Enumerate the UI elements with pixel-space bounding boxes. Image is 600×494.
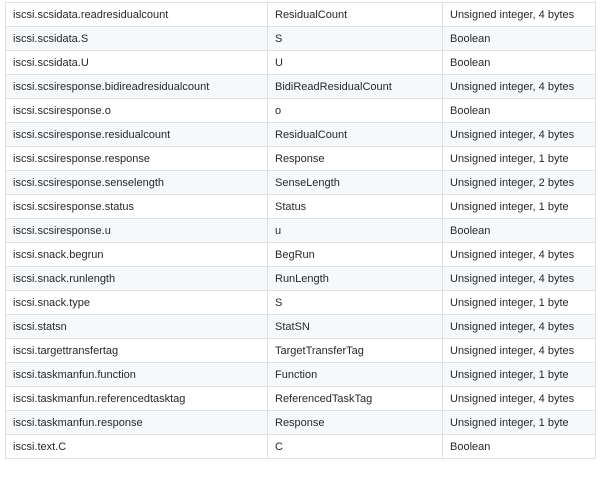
table-row: iscsi.scsidata.S S Boolean xyxy=(5,26,596,51)
table-row: iscsi.scsiresponse.u u Boolean xyxy=(5,218,596,243)
type-cell: Unsigned integer, 4 bytes xyxy=(442,314,596,339)
type-cell: Unsigned integer, 4 bytes xyxy=(442,74,596,99)
table-body: iscsi.scsidata.readresidualcount Residua… xyxy=(5,2,596,459)
type-cell: Unsigned integer, 4 bytes xyxy=(442,386,596,411)
field-name-cell: iscsi.snack.runlength xyxy=(5,266,268,291)
field-name-cell: iscsi.scsiresponse.residualcount xyxy=(5,122,268,147)
table-row: iscsi.scsiresponse.bidireadresidualcount… xyxy=(5,74,596,99)
table-row: iscsi.taskmanfun.function Function Unsig… xyxy=(5,362,596,387)
field-name-cell: iscsi.taskmanfun.referencedtasktag xyxy=(5,386,268,411)
field-name-cell: iscsi.scsiresponse.o xyxy=(5,98,268,123)
field-name-cell: iscsi.text.C xyxy=(5,434,268,459)
table-row: iscsi.taskmanfun.response Response Unsig… xyxy=(5,410,596,435)
field-name-cell: iscsi.scsidata.U xyxy=(5,50,268,75)
table-row: iscsi.statsn StatSN Unsigned integer, 4 … xyxy=(5,314,596,339)
description-cell: BidiReadResidualCount xyxy=(267,74,443,99)
description-cell: Response xyxy=(267,410,443,435)
field-name-cell: iscsi.snack.begrun xyxy=(5,242,268,267)
type-cell: Boolean xyxy=(442,50,596,75)
table-row: iscsi.snack.runlength RunLength Unsigned… xyxy=(5,266,596,291)
description-cell: u xyxy=(267,218,443,243)
type-cell: Boolean xyxy=(442,434,596,459)
description-cell: BegRun xyxy=(267,242,443,267)
description-cell: U xyxy=(267,50,443,75)
field-name-cell: iscsi.statsn xyxy=(5,314,268,339)
table-row: iscsi.scsiresponse.response Response Uns… xyxy=(5,146,596,171)
description-cell: C xyxy=(267,434,443,459)
type-cell: Unsigned integer, 1 byte xyxy=(442,194,596,219)
description-cell: Function xyxy=(267,362,443,387)
description-cell: S xyxy=(267,290,443,315)
description-cell: ResidualCount xyxy=(267,2,443,27)
field-name-cell: iscsi.targettransfertag xyxy=(5,338,268,363)
field-name-cell: iscsi.scsiresponse.senselength xyxy=(5,170,268,195)
table-row: iscsi.scsiresponse.senselength SenseLeng… xyxy=(5,170,596,195)
table-row: iscsi.snack.type S Unsigned integer, 1 b… xyxy=(5,290,596,315)
description-cell: Response xyxy=(267,146,443,171)
description-cell: o xyxy=(267,98,443,123)
type-cell: Unsigned integer, 2 bytes xyxy=(442,170,596,195)
type-cell: Unsigned integer, 4 bytes xyxy=(442,338,596,363)
description-cell: ReferencedTaskTag xyxy=(267,386,443,411)
field-name-cell: iscsi.scsiresponse.response xyxy=(5,146,268,171)
field-name-cell: iscsi.scsiresponse.bidireadresidualcount xyxy=(5,74,268,99)
table-row: iscsi.taskmanfun.referencedtasktag Refer… xyxy=(5,386,596,411)
field-name-cell: iscsi.scsidata.readresidualcount xyxy=(5,2,268,27)
type-cell: Unsigned integer, 1 byte xyxy=(442,146,596,171)
field-name-cell: iscsi.snack.type xyxy=(5,290,268,315)
type-cell: Unsigned integer, 1 byte xyxy=(442,410,596,435)
table-row: iscsi.scsiresponse.status Status Unsigne… xyxy=(5,194,596,219)
description-cell: S xyxy=(267,26,443,51)
table-row: iscsi.scsiresponse.o o Boolean xyxy=(5,98,596,123)
type-cell: Unsigned integer, 4 bytes xyxy=(442,122,596,147)
field-name-cell: iscsi.taskmanfun.response xyxy=(5,410,268,435)
type-cell: Unsigned integer, 4 bytes xyxy=(442,2,596,27)
table-row: iscsi.scsidata.readresidualcount Residua… xyxy=(5,2,596,27)
type-cell: Boolean xyxy=(442,218,596,243)
field-name-cell: iscsi.taskmanfun.function xyxy=(5,362,268,387)
type-cell: Unsigned integer, 1 byte xyxy=(442,362,596,387)
type-cell: Boolean xyxy=(442,98,596,123)
description-cell: SenseLength xyxy=(267,170,443,195)
type-cell: Unsigned integer, 4 bytes xyxy=(442,266,596,291)
table-row: iscsi.targettransfertag TargetTransferTa… xyxy=(5,338,596,363)
description-cell: ResidualCount xyxy=(267,122,443,147)
table-row: iscsi.scsidata.U U Boolean xyxy=(5,50,596,75)
description-cell: RunLength xyxy=(267,266,443,291)
description-cell: StatSN xyxy=(267,314,443,339)
display-filter-fields-table: iscsi.scsidata.readresidualcount Residua… xyxy=(5,2,596,459)
table-row: iscsi.text.C C Boolean xyxy=(5,434,596,459)
type-cell: Boolean xyxy=(442,26,596,51)
table-row: iscsi.snack.begrun BegRun Unsigned integ… xyxy=(5,242,596,267)
description-cell: Status xyxy=(267,194,443,219)
field-name-cell: iscsi.scsiresponse.status xyxy=(5,194,268,219)
field-name-cell: iscsi.scsidata.S xyxy=(5,26,268,51)
description-cell: TargetTransferTag xyxy=(267,338,443,363)
type-cell: Unsigned integer, 1 byte xyxy=(442,290,596,315)
table-row: iscsi.scsiresponse.residualcount Residua… xyxy=(5,122,596,147)
field-name-cell: iscsi.scsiresponse.u xyxy=(5,218,268,243)
type-cell: Unsigned integer, 4 bytes xyxy=(442,242,596,267)
